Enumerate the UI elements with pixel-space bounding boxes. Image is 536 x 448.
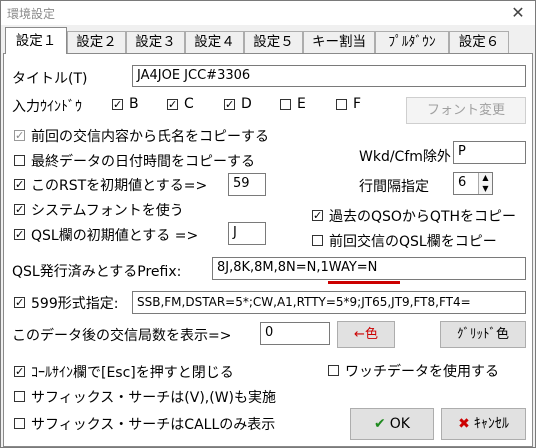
input-window-c-label: C [184,96,194,112]
tab-settings-1[interactable]: 設定１ [5,27,67,54]
qso-count-label: このデータ後の交信局数を表示=> [12,328,232,344]
tab-settings-4[interactable]: 設定４ [185,31,244,53]
input-window-e-label: E [297,96,306,112]
qsl-prefix-label: QSL発行済みとするPrefix: [12,264,182,280]
format599-checkbox[interactable]: ✓ [14,297,25,308]
title-label: タイトル(T) [12,71,88,87]
suffix-call-checkbox[interactable] [14,418,25,429]
suffix-vw-label: サフィックス・サーチは(V),(W)も実施 [31,390,277,406]
input-window-d-checkbox[interactable]: ✓ [224,99,235,110]
system-font-label: システムフォントを使う [31,203,184,219]
watch-data-checkbox[interactable] [328,365,339,376]
format599-label: 599形式指定: [31,296,119,312]
copy-datetime-label: 最終データの日付時間をコピーする [31,154,255,170]
window-title: 環境設定 [7,7,56,21]
x-icon: ✖ [458,416,470,432]
title-input[interactable]: JA4JOE JCC#3306 [132,65,526,87]
watch-data-label: ワッチデータを使用する [345,364,499,380]
copy-name-label: 前回の交信内容から氏名をコピーする [31,129,269,145]
input-window-label: 入力ｳｲﾝﾄﾞｳ [12,99,82,115]
spin-up-icon[interactable]: ▲ [478,173,492,183]
suffix-vw-checkbox[interactable] [14,391,25,402]
tab-key-assign[interactable]: キー割当 [303,31,375,53]
close-icon[interactable]: ✕ [507,2,529,24]
format599-input[interactable]: SSB,FM,DSTAR=5*;CW,A1,RTTY=5*9;JT65,JT9,… [132,291,526,314]
settings-panel: タイトル(T) JA4JOE JCC#3306 入力ｳｲﾝﾄﾞｳ ✓ B ✓ C… [3,53,533,447]
red-underline [328,281,400,284]
ok-button[interactable]: ✔ OK [350,408,434,440]
wkd-cfm-label: Wkd/Cfm除外 [359,149,451,165]
copy-qth-label: 過去のQSOからQTHをコピー [329,209,517,225]
rst-checkbox[interactable]: ✓ [14,179,25,190]
input-window-d-label: D [241,96,252,112]
copy-name-checkbox[interactable]: ✓ [14,130,25,141]
qsl-init-input[interactable]: J [228,222,266,245]
line-spacing-value: 6 [458,175,467,190]
suffix-call-label: サフィックス・サーチはCALLのみ表示 [31,417,276,433]
input-window-c-checkbox[interactable]: ✓ [167,99,178,110]
copy-datetime-checkbox[interactable] [14,155,25,166]
tab-settings-2[interactable]: 設定２ [67,31,126,53]
tab-pulldown[interactable]: ﾌﾟﾙﾀﾞｳﾝ [375,31,449,53]
esc-close-checkbox[interactable]: ✓ [14,366,25,377]
system-font-checkbox[interactable]: ✓ [14,204,25,215]
cancel-button[interactable]: ✖ ｷｬﾝｾﾙ [441,408,526,440]
title-bar: 環境設定 ✕ [1,1,535,25]
font-change-button[interactable]: フォント変更 [406,97,526,124]
rst-input[interactable]: 59 [228,173,266,196]
tab-settings-6[interactable]: 設定６ [449,31,509,53]
qso-count-input[interactable]: 0 [260,322,330,345]
input-window-b-label: B [129,96,139,112]
grid-color-button[interactable]: ｸﾞﾘｯﾄﾞ色 [440,321,526,348]
copy-qsl-label: 前回交信のQSL欄をコピー [329,234,497,250]
copy-qth-checkbox[interactable]: ✓ [312,210,323,221]
cancel-label: ｷｬﾝｾﾙ [473,416,509,432]
tab-settings-5[interactable]: 設定５ [244,31,303,53]
wkd-cfm-input[interactable]: P [453,141,526,164]
spin-down-icon[interactable]: ▼ [478,183,492,194]
tab-strip: 設定１ 設定２ 設定３ 設定４ 設定５ キー割当 ﾌﾟﾙﾀﾞｳﾝ 設定６ [3,27,533,54]
input-window-b-checkbox[interactable]: ✓ [112,99,123,110]
esc-close-label: ｺｰﾙｻｲﾝ欄で[Esc]を押すと閉じる [31,365,234,381]
input-window-e-checkbox[interactable] [280,99,291,110]
input-window-f-checkbox[interactable] [336,99,347,110]
color-button[interactable]: ←色 [337,321,395,348]
settings-window: 環境設定 ✕ 設定１ 設定２ 設定３ 設定４ 設定５ キー割当 ﾌﾟﾙﾀﾞｳﾝ … [0,0,536,448]
line-spacing-input[interactable]: 6 ▲ ▼ [453,172,493,195]
check-icon: ✔ [374,416,386,432]
line-spacing-label: 行間隔指定 [359,179,429,195]
rst-label: このRSTを初期値とする=> [31,178,208,194]
input-window-f-label: F [353,96,362,112]
qsl-init-checkbox[interactable]: ✓ [14,229,25,240]
tab-settings-3[interactable]: 設定３ [126,31,185,53]
qsl-init-label: QSL欄の初期値とする => [31,228,199,244]
ok-label: OK [389,416,410,432]
copy-qsl-checkbox[interactable] [312,235,323,246]
qsl-prefix-input[interactable]: 8J,8K,8M,8N=N,1WAY=N [212,257,526,280]
